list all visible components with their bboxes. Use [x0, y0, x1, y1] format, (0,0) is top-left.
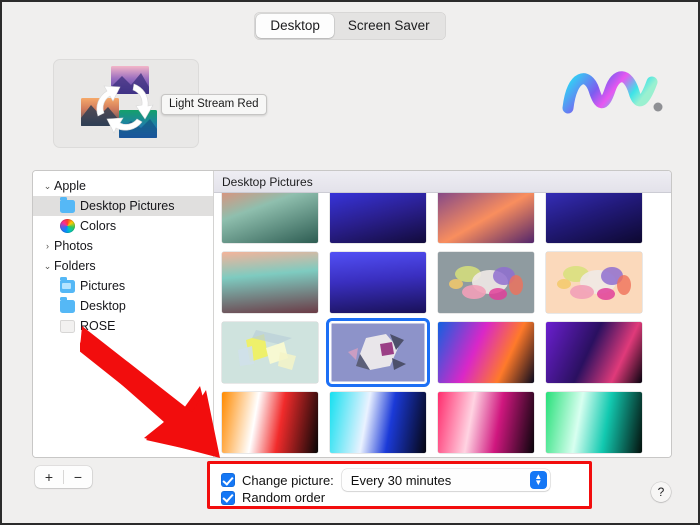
wallpaper-thumbnail-abstract-flare-blue[interactable]: [330, 392, 426, 453]
wallpaper-grid-area: Desktop Pictures: [214, 171, 671, 457]
sidebar-item-label: Colors: [80, 219, 117, 233]
wallpaper-grid[interactable]: [214, 193, 671, 457]
wallpaper-thumbnail-big-sur-deep-night[interactable]: [546, 193, 642, 243]
chevron-down-icon[interactable]: ⌄: [41, 261, 54, 271]
chevron-down: ▼: [534, 478, 543, 487]
sidebar-item-colors[interactable]: Colors: [33, 216, 213, 236]
wallpaper-thumbnail-big-sur-coast-dawn[interactable]: [222, 252, 318, 313]
change-picture-row: Change picture: Every 30 minutes ▲ ▼: [221, 469, 550, 491]
random-order-checkbox[interactable]: [221, 490, 235, 505]
annotation-arrow: [80, 326, 220, 458]
folder-icon: [60, 319, 75, 333]
folder-icon: [60, 277, 75, 293]
wallpaper-row: [222, 392, 663, 453]
folder-icon: [60, 297, 75, 313]
wallpaper-thumbnail-abstract-sphere-violet[interactable]: [326, 318, 430, 387]
add-folder-button[interactable]: +: [35, 466, 63, 488]
interval-dropdown[interactable]: Every 30 minutes ▲ ▼: [341, 469, 550, 491]
sidebar-item-label: Desktop: [80, 299, 126, 313]
sidebar-item-label: Folders: [54, 259, 96, 273]
change-picture-checkbox[interactable]: [221, 473, 235, 487]
wallpaper-thumbnail-abstract-flare-pink[interactable]: [438, 392, 534, 453]
sidebar-item-desktop[interactable]: Desktop: [33, 296, 213, 316]
wallpaper-row: [222, 193, 663, 243]
wallpaper-thumbnail-big-sur-sunset-dunes[interactable]: [438, 193, 534, 243]
chevron-up-down-icon[interactable]: ▲ ▼: [529, 471, 547, 489]
wallpaper-row: [222, 252, 663, 313]
wallpaper-row: [222, 318, 663, 387]
wallpaper-thumbnail-abstract-flare-green[interactable]: [546, 392, 642, 453]
remove-folder-button[interactable]: −: [64, 466, 92, 488]
wallpaper-name-tooltip: Light Stream Red: [161, 94, 267, 115]
help-button[interactable]: ?: [651, 482, 671, 502]
preferences-window: Desktop Screen Saver Light Stream Red ⌄ …: [0, 0, 700, 525]
tab-bar: Desktop Screen Saver: [2, 12, 698, 40]
wallpaper-thumbnail-abstract-pebbles-peach[interactable]: [546, 252, 642, 313]
tab-screen-saver[interactable]: Screen Saver: [334, 14, 444, 38]
sidebar-item-label: Pictures: [80, 279, 126, 293]
tab-group: Desktop Screen Saver: [254, 12, 446, 40]
wallpaper-thumbnail-big-sur-night-shore[interactable]: [330, 193, 426, 243]
interval-value: Every 30 minutes: [350, 472, 452, 488]
tab-desktop[interactable]: Desktop: [256, 14, 334, 38]
sidebar-item-apple[interactable]: ⌄ Apple: [33, 176, 213, 196]
change-picture-label: Change picture:: [242, 472, 334, 488]
sidebar-item-label: Photos: [54, 239, 93, 253]
random-order-label: Random order: [242, 490, 326, 505]
sidebar-item-label: Desktop Pictures: [80, 199, 175, 213]
wallpaper-thumbnail-big-sur-morning-cliffs[interactable]: [222, 193, 318, 243]
folder-icon: [60, 197, 75, 213]
sidebar-item-pictures[interactable]: Pictures: [33, 276, 213, 296]
macreports-wave-logo: [562, 71, 663, 114]
add-remove-source-buttons: + −: [35, 466, 92, 488]
random-order-row: Random order: [221, 490, 325, 505]
sidebar-item-label: Apple: [54, 179, 86, 193]
grid-header-label: Desktop Pictures: [214, 171, 671, 193]
color-wheel-icon: [60, 219, 75, 233]
sidebar-item-folders[interactable]: ⌄ Folders: [33, 256, 213, 276]
wallpaper-thumbnail-abstract-pebbles-gray[interactable]: [438, 252, 534, 313]
wallpaper-thumbnail-big-sur-coast-night[interactable]: [330, 252, 426, 313]
wallpaper-thumbnail-abstract-swirl-magenta[interactable]: [438, 322, 534, 383]
chevron-down-icon[interactable]: ⌄: [41, 181, 54, 191]
chevron-right-icon[interactable]: ›: [41, 241, 54, 251]
sidebar-item-photos[interactable]: › Photos: [33, 236, 213, 256]
sidebar-item-desktop-pictures[interactable]: Desktop Pictures: [33, 196, 213, 216]
options-highlight-box: Change picture: Every 30 minutes ▲ ▼ Ran…: [207, 461, 592, 509]
wallpaper-thumbnail-abstract-swirl-purple[interactable]: [546, 322, 642, 383]
